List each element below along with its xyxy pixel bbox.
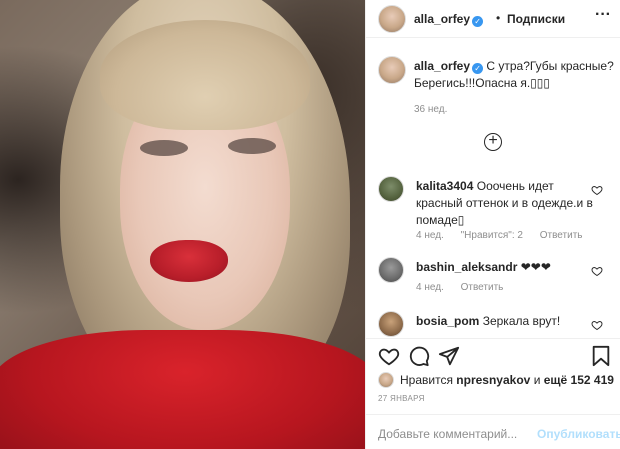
publish-button[interactable]: Опубликовать bbox=[537, 427, 620, 441]
post-date[interactable]: 27 ЯНВАРЯ bbox=[378, 394, 425, 403]
bookmark-icon[interactable] bbox=[590, 345, 612, 367]
likes-prefix: Нравится bbox=[400, 373, 453, 387]
comment-like-heart-icon[interactable] bbox=[591, 319, 603, 331]
comment-avatar[interactable] bbox=[378, 176, 404, 202]
comment-text: bashin_aleksandr ❤❤❤ bbox=[416, 259, 596, 276]
comment-like-heart-icon[interactable] bbox=[591, 265, 603, 277]
author-avatar[interactable] bbox=[378, 5, 406, 33]
comment-item: bosia_pom Зеркала врут! bbox=[366, 311, 620, 337]
photo-eye-left bbox=[140, 140, 188, 156]
more-options-icon[interactable]: ··· bbox=[595, 6, 611, 24]
heart-icon[interactable] bbox=[378, 345, 400, 367]
caption-text: alla_orfey ✓ С утра?Губы красные? Берегис… bbox=[414, 58, 614, 92]
author-username[interactable]: alla_orfey ✓ bbox=[414, 12, 484, 27]
post-photo[interactable] bbox=[0, 0, 365, 449]
comment-meta: 4 нед. Ответить bbox=[416, 282, 517, 293]
load-more-comments-icon[interactable]: + bbox=[484, 133, 502, 151]
caption-time[interactable]: 36 нед. bbox=[414, 104, 447, 115]
liker-avatar[interactable] bbox=[378, 372, 394, 388]
share-icon[interactable] bbox=[438, 345, 460, 367]
comment-time[interactable]: 4 нед. bbox=[416, 230, 444, 241]
comment-body: Зеркала врут! bbox=[482, 314, 561, 328]
comment-body: ❤❤❤ bbox=[520, 260, 551, 274]
comment-avatar[interactable] bbox=[378, 311, 404, 337]
comment-username[interactable]: bashin_aleksandr bbox=[416, 260, 517, 274]
caption-avatar[interactable] bbox=[378, 56, 406, 84]
liker-username[interactable]: npresnyakov bbox=[456, 373, 530, 387]
comment-username[interactable]: bosia_pom bbox=[416, 314, 479, 328]
likes-text: Нравится npresnyakov и ещё 152 419 bbox=[400, 373, 614, 387]
post-panel: alla_orfey ✓ • Подписки ··· alla_orfey ✓ С… bbox=[365, 0, 620, 449]
comment-time[interactable]: 4 нед. bbox=[416, 282, 444, 293]
comment-avatar[interactable] bbox=[378, 257, 404, 283]
add-comment-bar: Добавьте комментарий... Опубликовать bbox=[366, 414, 620, 449]
comment-text: kalita3404 Ооочень идет красный оттенок … bbox=[416, 178, 596, 229]
caption-username[interactable]: alla_orfey bbox=[414, 59, 470, 73]
photo-sweater bbox=[0, 330, 365, 449]
following-button[interactable]: Подписки bbox=[507, 12, 565, 26]
verified-icon: ✓ bbox=[472, 16, 484, 27]
comment-reply-button[interactable]: Ответить bbox=[461, 282, 504, 293]
comment-icon[interactable] bbox=[408, 345, 430, 367]
post-actions bbox=[366, 338, 620, 372]
likes-middle: и bbox=[533, 373, 541, 387]
header-separator: • bbox=[496, 11, 501, 25]
comment-like-heart-icon[interactable] bbox=[591, 184, 603, 196]
photo-bangs bbox=[100, 20, 310, 130]
comment-username[interactable]: kalita3404 bbox=[416, 179, 473, 193]
verified-icon: ✓ bbox=[472, 63, 484, 74]
comment-input[interactable]: Добавьте комментарий... bbox=[378, 427, 517, 441]
likes-count[interactable]: ещё 152 419 bbox=[544, 373, 614, 387]
comment-meta: 4 нед. "Нравится": 2 Ответить bbox=[416, 230, 596, 241]
comment-reply-button[interactable]: Ответить bbox=[540, 230, 583, 241]
photo-eye-right bbox=[228, 138, 276, 154]
photo-lips bbox=[150, 240, 228, 282]
comment-text: bosia_pom Зеркала врут! bbox=[416, 313, 596, 330]
post-header: alla_orfey ✓ • Подписки ··· bbox=[366, 0, 620, 38]
comment-likes-count[interactable]: "Нравится": 2 bbox=[461, 230, 523, 241]
